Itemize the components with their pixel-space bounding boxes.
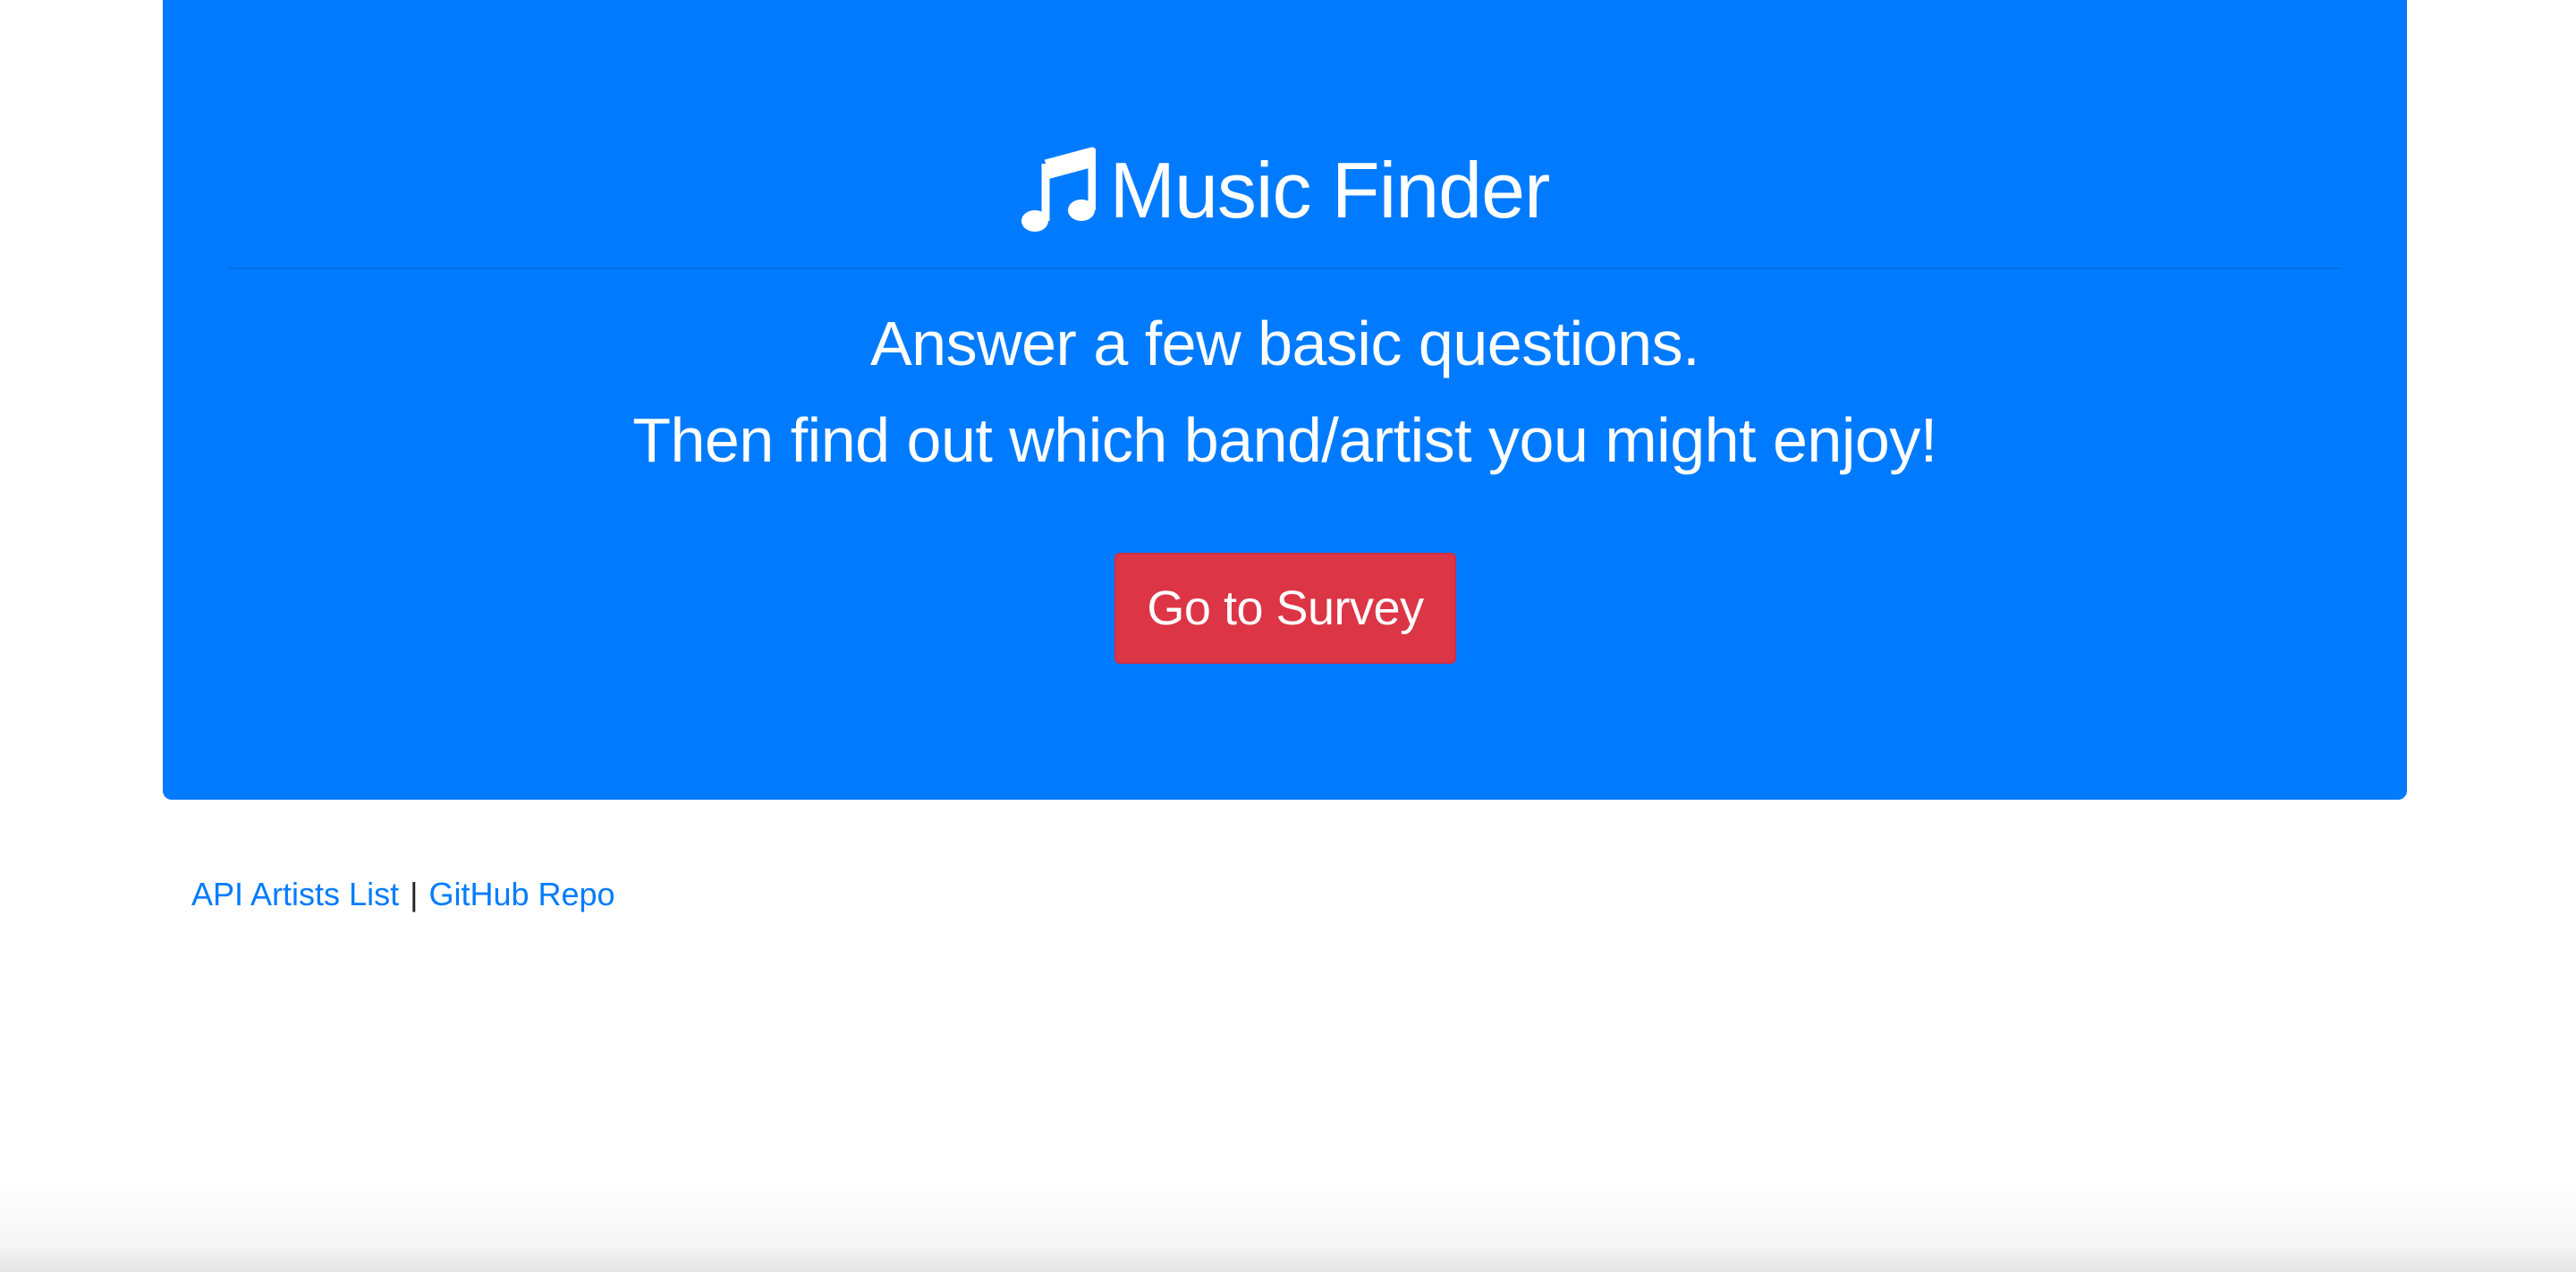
lead-text-line-2: Then find out which band/artist you migh…: [632, 405, 1937, 475]
music-note-icon: [1021, 146, 1096, 235]
api-artists-list-link[interactable]: API Artists List: [191, 876, 399, 913]
lead-text-line-1: Answer a few basic questions.: [869, 309, 1700, 378]
window-bottom-shadow: [0, 1181, 2576, 1272]
footer-separator: |: [410, 876, 419, 912]
page-title-row: Music Finder: [163, 132, 2407, 249]
divider: [229, 267, 2343, 269]
go-to-survey-button[interactable]: Go to Survey: [1114, 553, 1456, 664]
github-repo-link[interactable]: GitHub Repo: [428, 876, 614, 913]
footer-links: API Artists List | GitHub Repo: [191, 869, 615, 920]
page: Music Finder Answer a few basic question…: [0, 0, 2576, 1272]
page-title: Music Finder: [1109, 146, 1551, 234]
jumbotron: Music Finder Answer a few basic question…: [163, 0, 2407, 800]
